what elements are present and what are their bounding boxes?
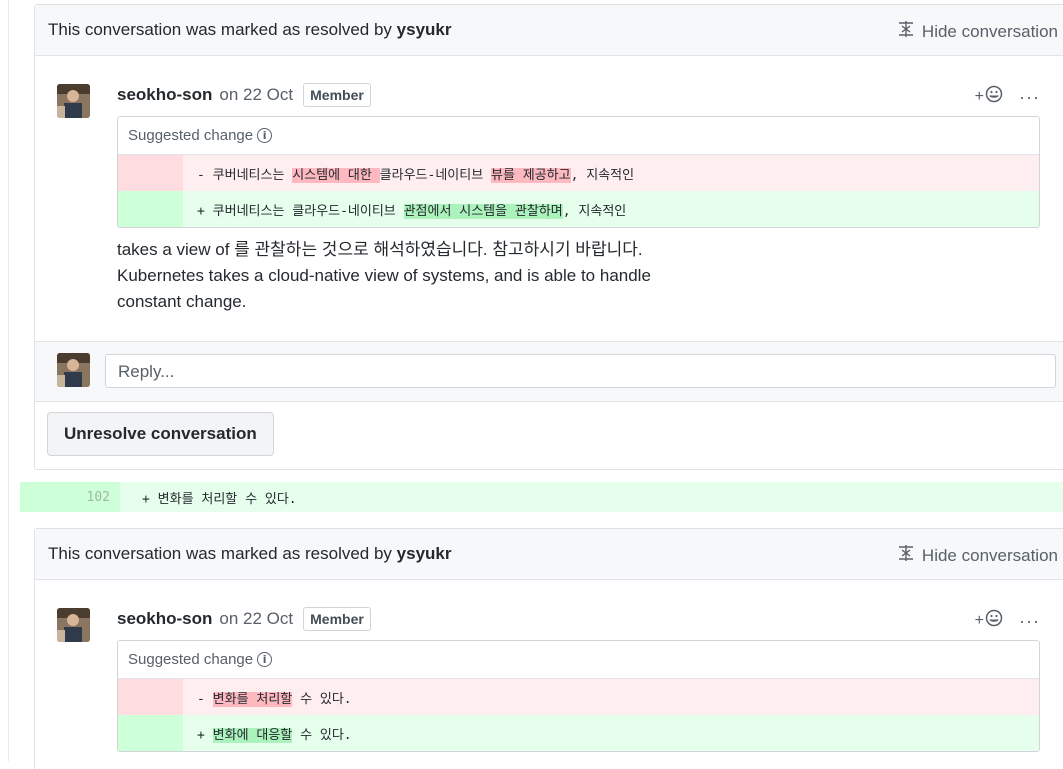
- avatar[interactable]: [57, 353, 90, 387]
- deleted-highlight: 변화를 처리할: [212, 691, 293, 707]
- resolved-prefix: This conversation was marked as resolved…: [48, 544, 392, 563]
- avatar[interactable]: [57, 608, 90, 642]
- added-highlight: 변화에 대응할: [212, 727, 293, 743]
- info-icon[interactable]: i: [257, 652, 273, 667]
- info-icon[interactable]: i: [257, 128, 273, 143]
- resolved-header: This conversation was marked as resolved…: [35, 5, 1063, 56]
- kebab-icon[interactable]: ···: [1019, 88, 1040, 106]
- comment-body: takes a view of 를 관찰하는 것으로 해석하였습니다. 참고하시…: [117, 237, 651, 315]
- comment-date[interactable]: on 22 Oct: [219, 609, 293, 629]
- comment-meta: seokho-son on 22 Oct Member: [117, 607, 371, 631]
- unfold-icon: [897, 544, 915, 567]
- line-gutter: [118, 191, 183, 227]
- unfold-icon: [897, 20, 915, 43]
- added-text: + 쿠버네티스는 클라우드-네이티브 관점에서 시스템을 관찰하며, 지속적인: [183, 200, 626, 219]
- text-segment: -: [197, 691, 213, 707]
- author-name[interactable]: seokho-son: [117, 609, 212, 629]
- comment-meta: seokho-son on 22 Oct Member: [117, 83, 371, 107]
- review-thread-1: This conversation was marked as resolved…: [34, 4, 1063, 470]
- deleted-highlight: 시스템에 대한: [292, 167, 380, 183]
- added-line: + 변화에 대응할 수 있다.: [118, 715, 1039, 751]
- smiley-icon: [985, 85, 1003, 108]
- member-badge: Member: [303, 607, 371, 631]
- deleted-text: - 변화를 처리할 수 있다.: [183, 688, 352, 707]
- hide-conversation-button[interactable]: Hide conversation: [897, 20, 1058, 43]
- suggested-change: Suggested change i - 쿠버네티스는 시스템에 대한 클라우드…: [117, 116, 1040, 228]
- hide-conversation-label: Hide conversation: [921, 545, 1058, 565]
- avatar[interactable]: [57, 84, 90, 118]
- deleted-line: - 쿠버네티스는 시스템에 대한 클라우드-네이티브 뷰를 제공하고, 지속적인: [118, 155, 1039, 191]
- added-highlight: 관점에서 시스템을 관찰하며: [403, 203, 563, 219]
- suggestion-header: Suggested change i: [118, 641, 1039, 679]
- text-segment: 클라우드-네이티브: [379, 167, 492, 183]
- text-segment: + 쿠버네티스는 클라우드-네이티브: [197, 203, 404, 219]
- text-segment: 수 있다.: [292, 727, 352, 743]
- author-name[interactable]: seokho-son: [117, 85, 212, 105]
- add-reaction-button[interactable]: +: [975, 85, 1003, 108]
- deleted-line: - 변화를 처리할 수 있다.: [118, 679, 1039, 715]
- body-line: Kubernetes takes a cloud-native view of …: [117, 266, 651, 285]
- line-gutter: [118, 679, 183, 715]
- body-line: takes a view of 를 관찰하는 것으로 해석하였습니다. 참고하시…: [117, 240, 643, 259]
- kebab-icon[interactable]: ···: [1019, 612, 1040, 630]
- suggestion-title: Suggested change: [128, 127, 254, 144]
- timeline-line: [8, 0, 9, 761]
- smiley-icon: [985, 609, 1003, 632]
- resolved-text: This conversation was marked as resolved…: [48, 20, 452, 40]
- reply-area: Reply...: [35, 341, 1063, 402]
- hide-conversation-button[interactable]: Hide conversation: [897, 544, 1058, 567]
- line-number[interactable]: 102: [20, 482, 120, 512]
- body-line: constant change.: [117, 292, 247, 311]
- hide-conversation-label: Hide conversation: [921, 21, 1058, 41]
- suggested-change: Suggested change i - 변화를 처리할 수 있다. + 변화에…: [117, 640, 1040, 752]
- text-segment: +: [197, 727, 213, 743]
- comment-date[interactable]: on 22 Oct: [219, 85, 293, 105]
- diff-code-line: 102 + 변화를 처리할 수 있다.: [20, 482, 1063, 512]
- add-reaction-button[interactable]: +: [975, 609, 1003, 632]
- suggestion-title: Suggested change: [128, 651, 254, 668]
- deleted-text: - 쿠버네티스는 시스템에 대한 클라우드-네이티브 뷰를 제공하고, 지속적인: [183, 164, 634, 183]
- added-line: + 쿠버네티스는 클라우드-네이티브 관점에서 시스템을 관찰하며, 지속적인: [118, 191, 1039, 227]
- reply-input[interactable]: Reply...: [105, 354, 1056, 388]
- member-badge: Member: [303, 83, 371, 107]
- code-text: + 변화를 처리할 수 있다.: [142, 491, 297, 507]
- resolved-text: This conversation was marked as resolved…: [48, 544, 452, 564]
- plus-label: +: [974, 87, 985, 105]
- line-gutter: [118, 155, 183, 191]
- line-gutter: [118, 715, 183, 751]
- unresolve-conversation-button[interactable]: Unresolve conversation: [47, 412, 274, 456]
- text-segment: 수 있다.: [292, 691, 352, 707]
- text-segment: , 지속적인: [570, 167, 635, 183]
- text-segment: - 쿠버네티스는: [197, 167, 293, 183]
- comment-actions: + ···: [975, 609, 1040, 632]
- resolved-header: This conversation was marked as resolved…: [35, 529, 1063, 580]
- deleted-highlight: 뷰를 제공하고: [491, 167, 571, 183]
- comment-actions: + ···: [975, 85, 1040, 108]
- added-text: + 변화에 대응할 수 있다.: [183, 724, 352, 743]
- suggestion-header: Suggested change i: [118, 117, 1039, 155]
- plus-label: +: [974, 611, 985, 629]
- review-thread-2: This conversation was marked as resolved…: [34, 528, 1063, 769]
- resolved-prefix: This conversation was marked as resolved…: [48, 20, 392, 39]
- text-segment: , 지속적인: [562, 203, 627, 219]
- resolver-name[interactable]: ysyukr: [397, 20, 452, 39]
- resolver-name[interactable]: ysyukr: [397, 544, 452, 563]
